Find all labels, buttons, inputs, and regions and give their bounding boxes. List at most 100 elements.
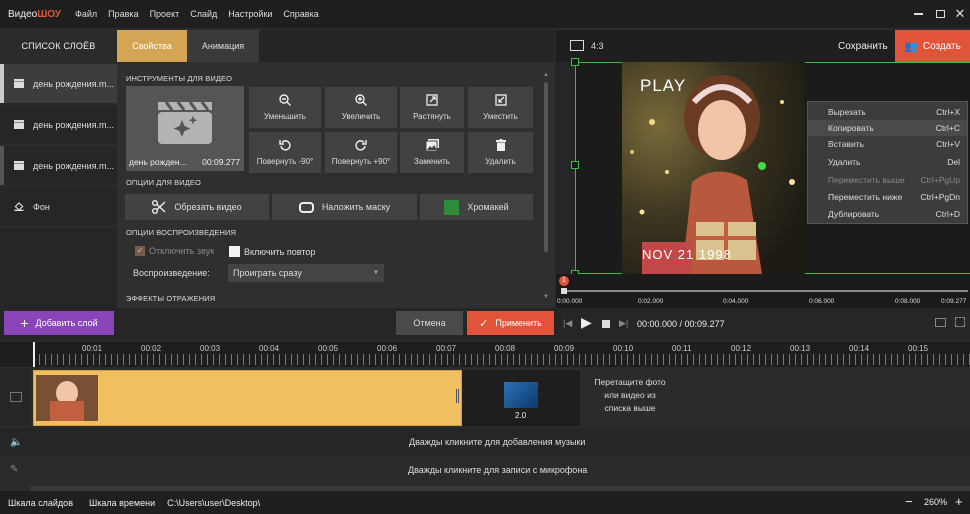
zoom-level: 260% (924, 497, 948, 507)
play-icon[interactable]: ▶ (581, 314, 592, 331)
zoom-in-button[interactable]: Увеличить (325, 87, 397, 128)
playback-time: 00:00.000 / 00:09.277 (637, 319, 725, 329)
playback-select[interactable]: Проиграть сразу ▼ (228, 264, 384, 282)
time-scale-tab[interactable]: Шкала времени (89, 498, 155, 508)
tab-animation[interactable]: Анимация (187, 30, 259, 62)
timeline-playhead[interactable] (33, 342, 35, 367)
trash-icon (495, 139, 506, 151)
menu-slide[interactable]: Слайд (190, 9, 217, 19)
layer-item-background[interactable]: Фон (0, 187, 117, 226)
marker-badge[interactable]: 1 (559, 276, 569, 286)
ruler-tick: 00:08 (495, 344, 516, 353)
zoom-out-icon[interactable]: − (905, 494, 913, 509)
cancel-button[interactable]: Отмена (396, 311, 463, 335)
ctx-cut[interactable]: Вырезать Ctrl+X (808, 104, 967, 120)
crop-video-button[interactable]: Обрезать видео (125, 194, 269, 220)
ruler-tick: 00:06 (377, 344, 398, 353)
close-button[interactable]: ✕ (948, 0, 970, 28)
add-layer-button[interactable]: + Добавить слой (4, 311, 114, 335)
ruler-tick: 00:07 (436, 344, 457, 353)
properties-panel: ИНСТРУМЕНТЫ ДЛЯ ВИДЕО день рожден... 00:… (117, 62, 554, 309)
timeline-ruler[interactable]: 00:01 00:02 00:03 00:04 00:05 00:06 00:0… (0, 342, 970, 367)
logo-text-1: Видео (8, 8, 38, 20)
ctx-copy[interactable]: Копировать Ctrl+C (808, 120, 967, 136)
rotate-right-button[interactable]: Повернуть +90° (325, 132, 397, 173)
resize-handle-left[interactable] (571, 161, 579, 169)
scroll-down-icon[interactable]: ▼ (543, 294, 549, 300)
zoom-in-icon[interactable]: + (955, 494, 963, 509)
loop-checkbox[interactable]: Включить повтор (229, 246, 315, 257)
layer-label: Фон (33, 201, 50, 212)
next-frame-icon[interactable]: ▶| (619, 318, 628, 329)
ctx-duplicate[interactable]: Дублировать Ctrl+D (808, 206, 967, 222)
scrub-playhead[interactable] (561, 288, 567, 294)
ctx-move-down[interactable]: Переместить ниже Ctrl+PgDn (808, 189, 967, 205)
transition-slot[interactable]: 2.0 (462, 370, 580, 426)
menu-file[interactable]: Файл (75, 9, 97, 19)
menu-settings[interactable]: Настройки (228, 9, 272, 19)
chroma-key-button[interactable]: Хромакей (420, 194, 533, 220)
scroll-up-icon[interactable]: ▲ (543, 72, 549, 78)
music-track[interactable]: 🔈 Дважды кликните для добавления музыки (0, 428, 970, 456)
layer-item-1[interactable]: день рождения.m... (0, 64, 117, 103)
ruler-tick: 00:01 (82, 344, 103, 353)
ruler-tick: 00:02 (141, 344, 162, 353)
ruler-tick: 00:13 (790, 344, 811, 353)
clip-trim-handle[interactable] (456, 389, 459, 403)
project-path: C:\Users\user\Desktop\ (167, 497, 261, 508)
green-swatch-icon (444, 199, 460, 215)
ctx-delete[interactable]: Удалить Del (808, 154, 967, 170)
playback-label: Воспроизведение: (133, 268, 210, 278)
layer-label: день рождения.m... (33, 160, 114, 171)
clip-thumbnail[interactable]: день рожден... 00:09.277 (126, 86, 244, 171)
zoom-out-button[interactable]: Уменьшить (249, 87, 321, 128)
video-track: 2.0 Перетащите фото или видео из списка … (0, 368, 970, 426)
properties-scrollbar[interactable] (544, 82, 548, 252)
snapshot-icon[interactable] (935, 318, 946, 327)
save-button[interactable]: Сохранить (838, 41, 888, 52)
layer-item-2[interactable]: день рождения.m... (0, 105, 117, 144)
aspect-ratio[interactable]: 4:3 (591, 41, 604, 51)
create-button[interactable]: 👥 Создать (895, 30, 970, 62)
music-hint: Дважды кликните для добавления музыки (409, 437, 586, 447)
apply-mask-button[interactable]: Наложить маску (272, 194, 417, 220)
apply-button[interactable]: ✓ Применить (467, 311, 554, 335)
stop-icon[interactable] (602, 320, 610, 328)
layer-item-3[interactable]: день рождения.m... (0, 146, 117, 185)
ruler-tick: 00:15 (908, 344, 929, 353)
stretch-button[interactable]: Растянуть (400, 87, 464, 128)
menu-bar: Видео ШОУ Файл Правка Проект Слайд Настро… (0, 0, 970, 28)
delete-button[interactable]: Удалить (468, 132, 533, 173)
clapper-sparkle-icon (158, 101, 212, 144)
prev-frame-icon[interactable]: |◀ (563, 318, 572, 329)
mic-track[interactable]: ✎ Дважды кликните для записи с микрофона (0, 456, 970, 486)
ruler-tick: 00:04 (259, 344, 280, 353)
main-menu: Файл Правка Проект Слайд Настройки Справ… (75, 9, 330, 19)
anchor-point[interactable] (758, 162, 766, 170)
fit-button[interactable]: Уместить (468, 87, 533, 128)
app-logo: Видео ШОУ (0, 0, 61, 28)
ctx-paste[interactable]: Вставить Ctrl+V (808, 136, 967, 152)
rotate-left-button[interactable]: Повернуть -90° (249, 132, 321, 173)
scrub-track[interactable] (564, 290, 968, 292)
menu-project[interactable]: Проект (150, 9, 180, 19)
layer-label: день рождения.m... (33, 119, 114, 130)
video-options-title: ОПЦИИ ДЛЯ ВИДЕО (126, 178, 201, 187)
ruler-tick: 00:09 (554, 344, 575, 353)
reflection-title: ЭФФЕКТЫ ОТРАЖЕНИЯ (126, 294, 216, 303)
resize-handle-top-left[interactable] (571, 58, 579, 66)
mute-checkbox[interactable]: ✓ Отключить звук (135, 246, 214, 256)
paint-bucket-icon (14, 202, 24, 211)
scrub-time: 0:08.000 (895, 298, 921, 305)
speaker-icon: 🔈 (10, 437, 23, 448)
menu-help[interactable]: Справка (283, 9, 318, 19)
preview-video-frame[interactable]: PLAY NOV 21 1998 (622, 62, 805, 274)
fullscreen-icon[interactable] (955, 317, 965, 327)
replace-button[interactable]: Заменить (400, 132, 464, 173)
menu-edit[interactable]: Правка (108, 9, 138, 19)
status-bar: Шкала слайдов Шкала времени C:\Users\use… (0, 491, 970, 514)
slides-timeline-tab[interactable]: Шкала слайдов (8, 498, 73, 508)
tab-properties[interactable]: Свойства (117, 30, 187, 62)
video-clip[interactable] (33, 370, 462, 426)
minimize-button[interactable] (906, 0, 930, 28)
